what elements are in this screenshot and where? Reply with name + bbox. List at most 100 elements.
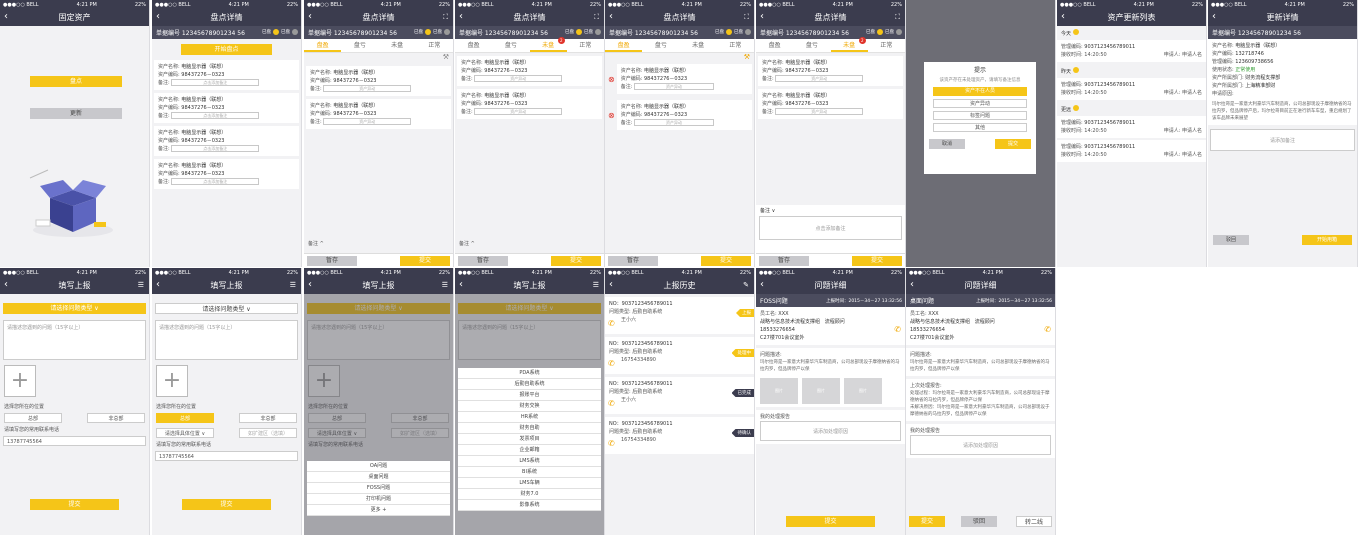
tab-unchecked[interactable]: 未盘 2	[830, 37, 868, 52]
back-icon[interactable]: ‹	[156, 279, 160, 290]
tab-unchecked[interactable]: 未盘	[680, 39, 717, 52]
list-item[interactable]: 管理编码: 9037123456789011 接收时间: 14:20:50 申请人…	[1057, 116, 1206, 138]
sheet-option[interactable]: 更多 +	[307, 505, 450, 516]
issue-image[interactable]: 图片	[760, 378, 798, 404]
submit-button[interactable]: 提交	[30, 499, 119, 510]
sheet-option[interactable]: 报账平台	[458, 390, 601, 401]
tab-gain[interactable]: 盘盈	[304, 39, 342, 52]
tab-gain[interactable]: 盘盈	[605, 39, 643, 52]
remark-section-label[interactable]: 备注 ^	[308, 240, 324, 247]
list-item[interactable]: 管理编码: 9037123456789011 接收时间: 14:20:50 申请人…	[1057, 40, 1206, 62]
option-label-issue[interactable]: 标签问题	[933, 111, 1027, 120]
save-button[interactable]: 暂存	[307, 255, 357, 266]
sheet-option[interactable]: 后勤自助系统	[458, 379, 601, 390]
back-icon[interactable]: ‹	[1212, 11, 1216, 22]
sheet-option[interactable]: 发票项目	[458, 434, 601, 445]
save-button[interactable]: 暂存	[759, 255, 809, 266]
headquarters-button[interactable]: 总部	[156, 413, 214, 423]
remark-input[interactable]: 资产异动	[633, 83, 714, 90]
submit-button[interactable]: 提交	[400, 255, 450, 266]
issue-type-select[interactable]: 请选择问题类型 ∨	[3, 303, 146, 314]
back-icon[interactable]: ‹	[4, 11, 8, 22]
sheet-option[interactable]: BI系统	[458, 467, 601, 478]
edit-icon[interactable]: ✎	[743, 281, 749, 289]
tab-normal[interactable]: 正常	[416, 39, 453, 52]
tab-gain[interactable]: 盘盈	[756, 39, 793, 52]
report-textarea[interactable]: 请添加处理原因	[910, 435, 1051, 455]
wrench-icon[interactable]: ⚒	[304, 53, 453, 63]
sheet-option[interactable]: LMS系统	[458, 456, 601, 467]
back-icon[interactable]: ‹	[609, 11, 613, 22]
list-icon[interactable]: ☰	[442, 281, 448, 289]
sheet-option[interactable]: HR系统	[458, 412, 601, 423]
tab-unchecked[interactable]: 未盘 2	[529, 37, 567, 52]
back-icon[interactable]: ‹	[609, 279, 613, 290]
option-asset-change[interactable]: 资产异动	[933, 99, 1027, 108]
delete-icon[interactable]: ⊗	[608, 75, 615, 84]
tab-normal[interactable]: 正常	[868, 39, 905, 52]
back-icon[interactable]: ‹	[760, 279, 764, 290]
wrench-icon[interactable]: ⚒	[605, 53, 754, 61]
tab-loss[interactable]: 盘亏	[642, 39, 679, 52]
option-other[interactable]: 其他	[933, 123, 1027, 132]
remark-input[interactable]: 资产异动	[474, 75, 563, 82]
inventory-button[interactable]: 盘点	[30, 76, 122, 87]
sheet-option[interactable]: 财务自助	[458, 423, 601, 434]
issue-image[interactable]: 图片	[802, 378, 840, 404]
history-item[interactable]: NO：9037123456789011 问题类型: 后勤自助系统 王小六 ✆ 已…	[605, 377, 754, 414]
back-icon[interactable]: ‹	[910, 279, 914, 290]
option-not-in-person[interactable]: 资产不在人员	[933, 87, 1027, 96]
list-item[interactable]: 管理编码: 9037123456789011 接收时间: 14:20:50 申请人…	[1057, 78, 1206, 100]
back-icon[interactable]: ‹	[459, 11, 463, 22]
save-button[interactable]: 暂存	[458, 255, 508, 266]
submit-button[interactable]: 提交	[852, 255, 902, 266]
branch-button[interactable]: 非总部	[87, 413, 145, 423]
back-icon[interactable]: ‹	[459, 279, 463, 290]
delete-icon[interactable]: ⊗	[608, 111, 615, 120]
sheet-option[interactable]: PDA系统	[458, 368, 601, 379]
issue-type-select[interactable]: 请选择问题类型 ∨	[155, 303, 298, 314]
cancel-button[interactable]: 取消	[929, 139, 965, 149]
sheet-option[interactable]: 桌面问题	[307, 472, 450, 483]
add-photo-button[interactable]: +	[4, 365, 36, 397]
tab-gain[interactable]: 盘盈	[455, 39, 492, 52]
location-select[interactable]: 请选择具体位置 ∨	[156, 428, 214, 438]
scan-icon[interactable]: ⛶	[443, 13, 448, 22]
tab-unchecked[interactable]: 未盘	[379, 39, 416, 52]
tab-loss[interactable]: 盘亏	[341, 39, 378, 52]
sheet-option[interactable]: OA问题	[307, 461, 450, 472]
sheet-option[interactable]: 打印机问题	[307, 494, 450, 505]
phone-icon[interactable]: ✆	[894, 325, 901, 334]
scan-icon[interactable]: ⛶	[744, 13, 749, 22]
remark-input[interactable]: 资产异动	[323, 85, 412, 92]
issue-image[interactable]: 图片	[844, 378, 882, 404]
back-icon[interactable]: ‹	[308, 279, 312, 290]
issue-textarea[interactable]: 请描述您遇到的问题（15字以上）	[3, 320, 146, 360]
headquarters-button[interactable]: 总部	[4, 413, 62, 423]
remark-section-label[interactable]: 备注 ∨	[756, 205, 905, 216]
second-line-button[interactable]: 转二线	[1016, 516, 1052, 527]
phone-icon[interactable]: ✆	[608, 319, 615, 328]
scan-icon[interactable]: ⛶	[895, 13, 900, 22]
remark-input[interactable]: 点击添加备注	[171, 112, 260, 119]
sheet-option[interactable]: 影像系统	[458, 500, 601, 511]
update-button[interactable]: 更新	[30, 108, 122, 119]
start-inventory-button[interactable]: 开始盘点	[181, 44, 272, 55]
list-icon[interactable]: ☰	[138, 281, 144, 289]
add-photo-button[interactable]: +	[156, 365, 188, 397]
location-detail-input[interactable]: 如扩建区（选填）	[239, 428, 297, 438]
history-item[interactable]: NO：9037123456789011 问题类型: 后勤自助系统 王小六 ✆ 上…	[605, 297, 754, 334]
back-icon[interactable]: ‹	[760, 11, 764, 22]
phone-icon[interactable]: ✆	[608, 439, 615, 448]
remark-input[interactable]: 资产异动	[323, 118, 412, 125]
remark-input[interactable]: 资产异动	[474, 108, 563, 115]
reject-button[interactable]: 驳回	[961, 516, 997, 527]
submit-button[interactable]: 提交	[182, 499, 271, 510]
remark-input[interactable]: 资产异动	[633, 119, 714, 126]
sheet-option[interactable]: 财务7.0	[458, 489, 601, 500]
remark-input[interactable]: 点击添加备注	[171, 145, 260, 152]
tab-loss[interactable]: 盘亏	[793, 39, 830, 52]
report-textarea[interactable]: 请添加处理原因	[760, 421, 901, 441]
list-item[interactable]: 管理编码: 9037123456789011 接收时间: 14:20:50 申请人…	[1057, 140, 1206, 162]
back-icon[interactable]: ‹	[4, 279, 8, 290]
